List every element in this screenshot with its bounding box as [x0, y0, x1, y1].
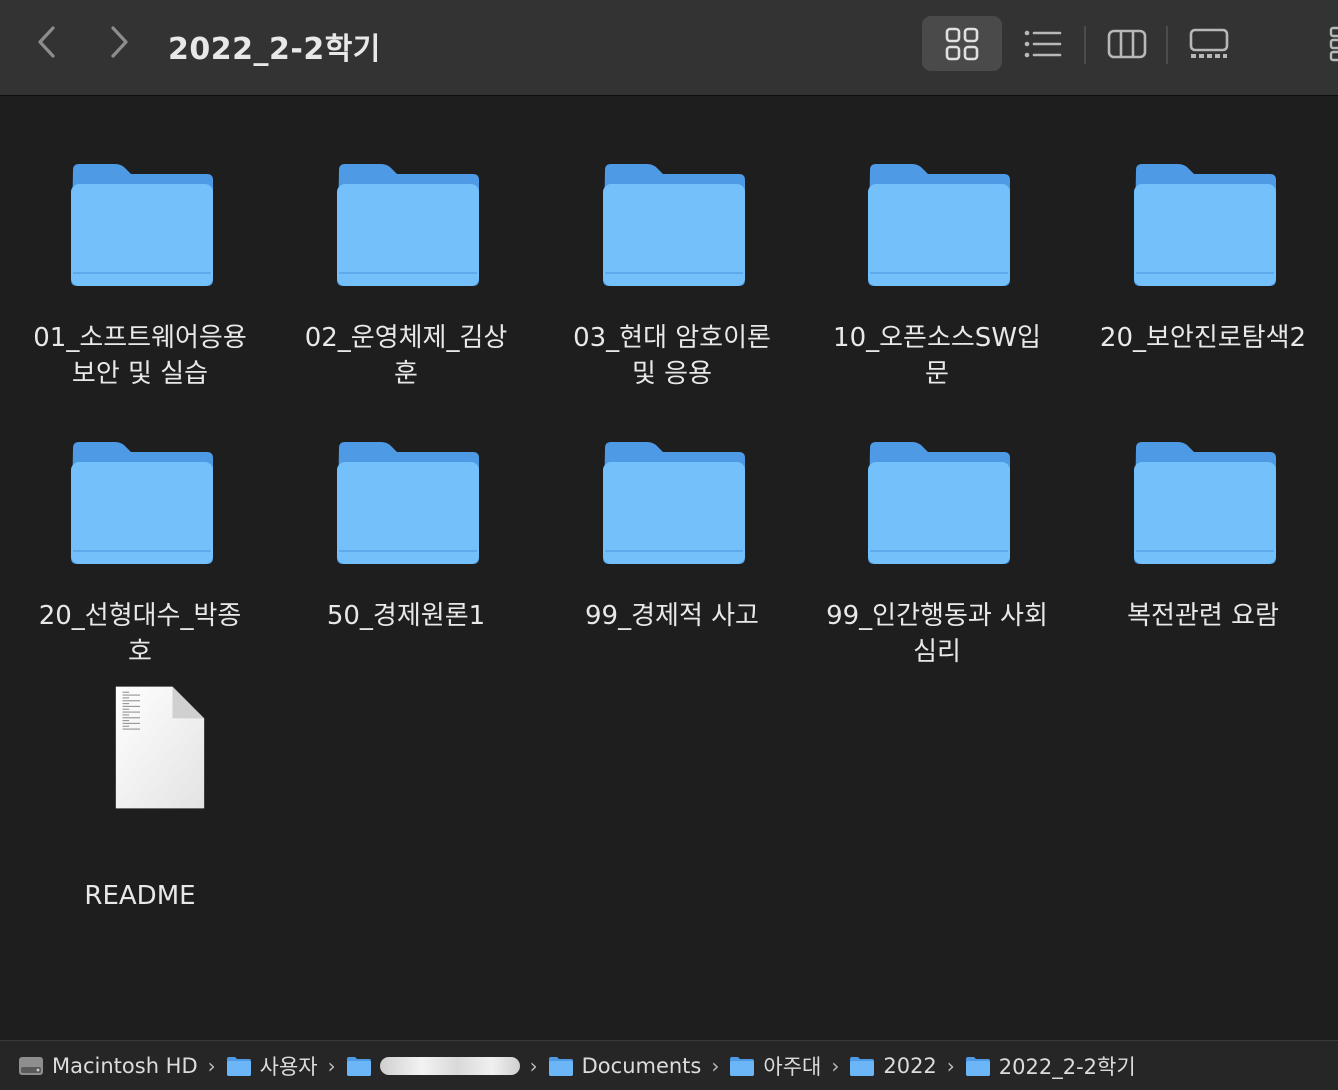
path-crumb[interactable]: Macintosh HD — [18, 1054, 198, 1078]
path-crumb-label: 아주대 — [763, 1054, 822, 1079]
chevron-right-icon — [111, 26, 128, 58]
column-view-icon — [1107, 29, 1147, 58]
item-label-line: 99_인간행동과 사회 — [826, 601, 1048, 631]
item-label: 복전관련 요람 — [1088, 598, 1318, 634]
folder-item[interactable]: 03_현대 암호이론및 응용 — [557, 162, 787, 402]
file-grid: 01_소프트웨어응용보안 및 실습 02_운영체제_김상훈 03_현대 암호이론… — [0, 97, 1338, 1039]
item-label-line: 01_소프트웨어응용 — [33, 323, 247, 353]
folder-icon — [337, 164, 479, 286]
folder-item[interactable]: 99_인간행동과 사회심리 — [822, 440, 1052, 680]
folder-icon — [71, 442, 213, 564]
forward-button[interactable] — [99, 22, 139, 62]
icon-view-button[interactable] — [922, 16, 1002, 71]
folder-item[interactable]: 99_경제적 사고 — [557, 440, 787, 680]
item-label-line: 20_보안진로탐색2 — [1099, 323, 1307, 353]
folder-icon — [868, 164, 1010, 286]
group-menu-icon[interactable] — [1326, 24, 1338, 64]
folder-item[interactable]: 50_경제원론1 — [291, 440, 521, 680]
path-crumb-label: 2022 — [883, 1053, 937, 1078]
path-crumb-label: Documents — [581, 1053, 702, 1078]
path-separator-icon: › — [327, 1053, 336, 1078]
path-separator-icon: › — [946, 1053, 955, 1078]
item-label-line: 및 응용 — [631, 359, 713, 389]
redacted-username — [379, 1056, 520, 1075]
path-crumb[interactable]: 아주대 — [729, 1051, 821, 1081]
segment-divider — [1166, 26, 1168, 64]
chevron-left-icon — [38, 26, 55, 58]
folder-item[interactable]: 02_운영체제_김상훈 — [291, 162, 521, 402]
item-label-line: README — [84, 881, 196, 911]
item-label-line: 20_선형대수_박종 — [38, 601, 242, 631]
users-folder-icon — [226, 1056, 251, 1076]
toolbar: 2022_2-2학기 — [0, 0, 1338, 96]
folder-icon — [1134, 164, 1276, 286]
folder-item[interactable]: 복전관련 요람 — [1088, 440, 1318, 680]
folder-item[interactable]: 01_소프트웨어응용보안 및 실습 — [25, 162, 255, 402]
path-crumb[interactable] — [346, 1055, 520, 1077]
gallery-view-icon — [1189, 28, 1229, 58]
item-label-line: 문 — [925, 359, 949, 389]
item-label: 99_인간행동과 사회심리 — [822, 598, 1052, 670]
path-crumb[interactable]: 2022 — [849, 1053, 937, 1078]
list-view-icon — [1024, 30, 1062, 57]
path-separator-icon: › — [711, 1053, 720, 1078]
list-view-button[interactable] — [1004, 16, 1082, 71]
item-label: 10_오픈소스SW입문 — [822, 320, 1052, 392]
path-separator-icon: › — [529, 1053, 538, 1078]
path-crumb-label: 사용자 — [259, 1054, 318, 1079]
item-label: 50_경제원론1 — [291, 598, 521, 634]
item-label: 99_경제적 사고 — [557, 598, 787, 634]
item-label-line: 10_오픈소스SW입 — [833, 323, 1041, 353]
item-label-line: 02_운영체제_김상 — [304, 323, 508, 353]
path-crumb-label: 2022_2-2학기 — [998, 1054, 1136, 1079]
item-label-line: 50_경제원론1 — [326, 601, 486, 631]
folder-icon — [603, 164, 745, 286]
folder-icon — [868, 442, 1010, 564]
folder-icon — [603, 442, 745, 564]
item-label: 02_운영체제_김상훈 — [291, 320, 521, 392]
text-document-icon — [115, 686, 205, 809]
finder-window: 2022_2-2학기 01_소프트웨어응용 보안 및 실습 02_운영체제_김상… — [0, 0, 1338, 1090]
segment-divider — [1084, 26, 1086, 64]
column-view-button[interactable] — [1088, 16, 1166, 71]
item-label-line: 03_현대 암호이론 — [573, 323, 771, 353]
back-button[interactable] — [27, 22, 67, 62]
file-item[interactable]: README — [25, 686, 255, 945]
folder-icon — [71, 164, 213, 286]
window-title: 2022_2-2학기 — [168, 32, 381, 67]
home-folder-icon — [346, 1056, 371, 1076]
folder-icon — [965, 1056, 990, 1076]
hard-drive-icon — [19, 1056, 43, 1075]
item-label: 20_보안진로탐색2 — [1088, 320, 1318, 356]
path-crumb[interactable]: 사용자 — [226, 1051, 318, 1081]
documents-folder-icon — [548, 1056, 573, 1076]
folder-item[interactable]: 10_오픈소스SW입문 — [822, 162, 1052, 402]
item-label: README — [25, 878, 255, 914]
folder-item[interactable]: 20_선형대수_박종호 — [25, 440, 255, 680]
folder-item[interactable]: 20_보안진로탐색2 — [1088, 162, 1318, 402]
path-separator-icon: › — [207, 1053, 216, 1078]
path-separator-icon: › — [831, 1053, 840, 1078]
folder-icon — [730, 1056, 755, 1076]
path-crumb-label: Macintosh HD — [52, 1053, 198, 1078]
item-label-line: 보안 및 실습 — [71, 359, 209, 389]
folder-icon — [850, 1056, 875, 1076]
path-bar: Macintosh HD › 사용자 › › Documents › 아주대 › 2022 › 202… — [0, 1040, 1338, 1090]
item-label-line: 99_경제적 사고 — [585, 601, 759, 631]
item-label-line: 복전관련 요람 — [1127, 601, 1279, 631]
icon-view-icon — [945, 27, 979, 60]
item-label: 20_선형대수_박종호 — [25, 598, 255, 670]
item-label: 01_소프트웨어응용보안 및 실습 — [25, 320, 255, 392]
path-crumb[interactable]: 2022_2-2학기 — [965, 1051, 1136, 1081]
item-label-line: 훈 — [394, 359, 418, 389]
item-label-line: 심리 — [913, 637, 961, 667]
path-crumb[interactable]: Documents — [548, 1053, 702, 1078]
item-label: 03_현대 암호이론및 응용 — [557, 320, 787, 392]
item-label-line: 호 — [128, 637, 152, 667]
gallery-view-button[interactable] — [1170, 16, 1248, 71]
folder-icon — [1134, 442, 1276, 564]
folder-icon — [337, 442, 479, 564]
